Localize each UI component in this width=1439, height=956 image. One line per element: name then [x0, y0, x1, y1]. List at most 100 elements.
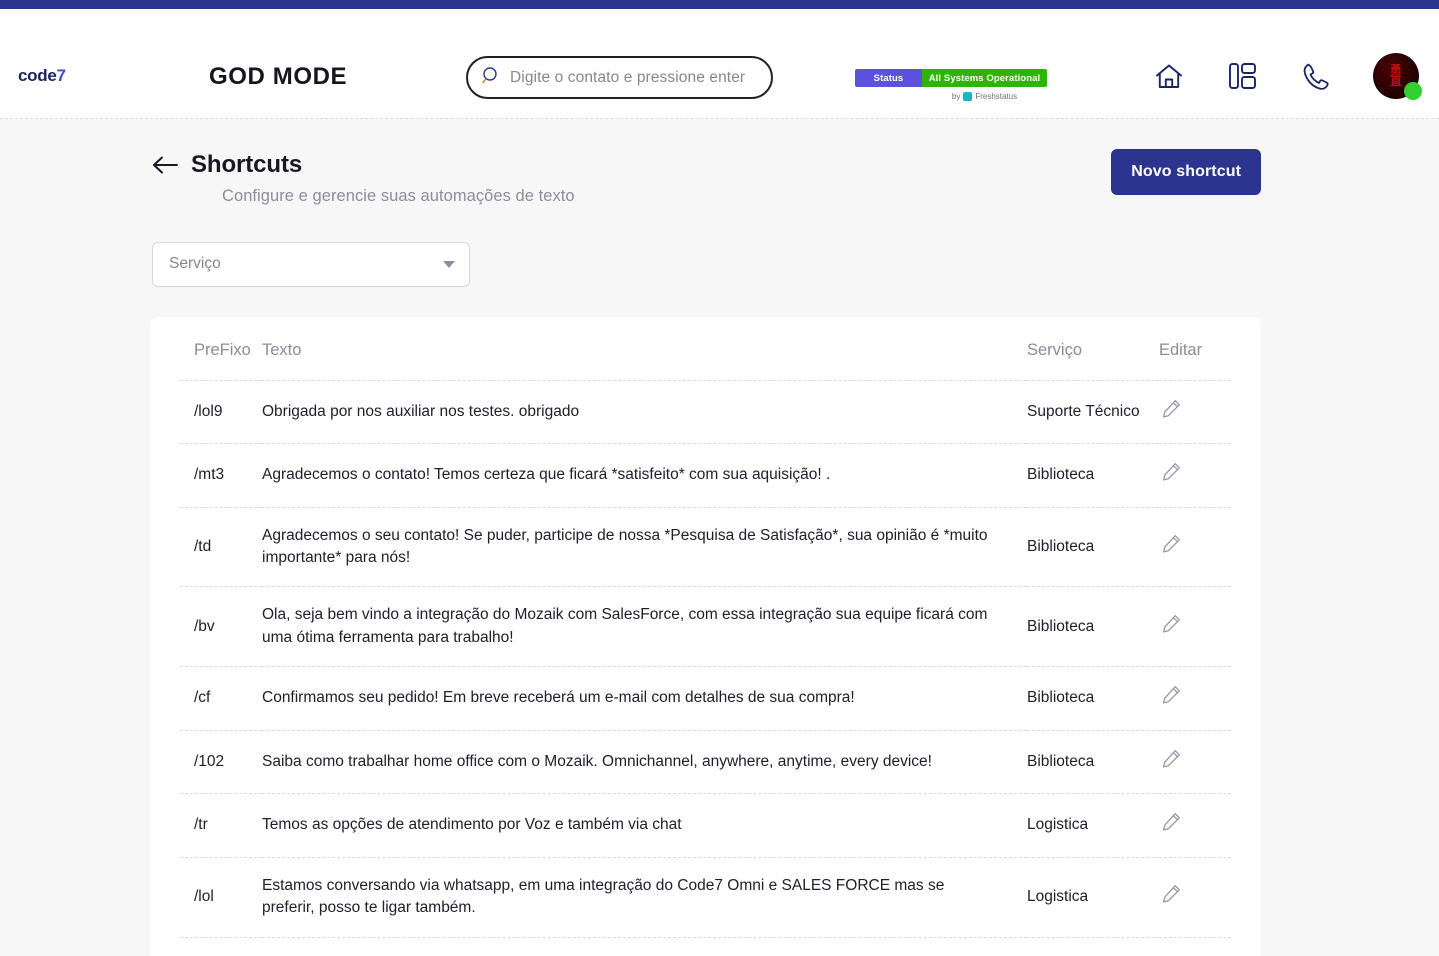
phone-icon[interactable]	[1300, 61, 1331, 92]
cell-prefix: /102	[180, 730, 262, 795]
pencil-icon	[1161, 684, 1182, 708]
column-header-prefix: PreFixo	[180, 316, 262, 381]
cell-prefix: /lol	[180, 857, 262, 938]
status-label: Status	[855, 69, 922, 87]
brand-logo-accent: 7	[56, 66, 66, 85]
header-icon-group: 勇 直	[1153, 53, 1422, 100]
page-title: Shortcuts	[191, 151, 303, 178]
edit-row-button[interactable]	[1161, 398, 1182, 422]
cell-text: Estamos conversando via whatsapp, em uma…	[262, 857, 1027, 938]
new-shortcut-button[interactable]: Novo shortcut	[1111, 149, 1261, 195]
app-header: code7 GOD MODE Digite o contato e pressi…	[0, 9, 1439, 119]
cell-prefix: /tr	[180, 793, 262, 858]
filter-row: Serviço	[0, 206, 1439, 287]
page-header: Shortcuts Configure e gerencie suas auto…	[0, 119, 1439, 206]
status-widget[interactable]: Status All Systems Operational by Freshs…	[855, 69, 1047, 104]
avatar-glyph-bottom: 直	[1389, 74, 1402, 88]
cell-service: Biblioteca	[1027, 507, 1159, 588]
table-row[interactable]: /lol9 Obrigada por nos auxiliar nos test…	[180, 380, 1231, 445]
column-header-text: Texto	[262, 316, 1027, 381]
cell-service: Biblioteca	[1027, 586, 1159, 668]
cell-prefix: /lol9	[180, 380, 262, 445]
back-arrow-icon[interactable]	[152, 155, 179, 180]
pencil-icon	[1161, 748, 1182, 772]
cell-edit	[1159, 730, 1231, 795]
cell-text: Temos as opções de atendimento por Voz e…	[262, 793, 1027, 858]
cell-service: Biblioteca	[1027, 730, 1159, 795]
cell-text: Saiba como trabalhar home office com o M…	[262, 730, 1027, 795]
column-header-service: Serviço	[1027, 316, 1159, 381]
avatar[interactable]: 勇 直	[1373, 53, 1422, 100]
cell-edit	[1159, 666, 1231, 731]
brand-logo[interactable]: code7	[18, 66, 66, 86]
edit-row-button[interactable]	[1161, 883, 1182, 907]
status-by-prefix: by	[951, 91, 961, 101]
freshstatus-logo-icon	[963, 91, 973, 101]
shortcuts-table: PreFixo Texto Serviço Editar /lol9 Obrig…	[180, 316, 1231, 956]
table-row[interactable]: /bv Ola, seja bem vindo a integração do …	[180, 586, 1231, 668]
cell-text: Agradecemos o contato! Temos certeza que…	[262, 443, 1027, 508]
table-body: /lol9 Obrigada por nos auxiliar nos test…	[180, 380, 1231, 956]
home-icon[interactable]	[1153, 61, 1185, 92]
column-header-edit: Editar	[1159, 316, 1231, 381]
table-header-row: PreFixo Texto Serviço Editar	[180, 316, 1231, 381]
status-bar[interactable]: Status All Systems Operational	[855, 69, 1047, 87]
cell-service: Logistica	[1027, 937, 1159, 956]
table-row[interactable]: /lol Estamos conversando via whatsapp, e…	[180, 857, 1231, 938]
edit-row-button[interactable]	[1161, 811, 1182, 835]
dashboard-layout-icon[interactable]	[1227, 60, 1258, 92]
search-icon	[482, 66, 501, 90]
cell-edit	[1159, 857, 1231, 938]
presence-status-dot	[1404, 82, 1422, 100]
brand-logo-text: code7	[18, 66, 66, 85]
edit-row-button[interactable]	[1161, 461, 1182, 485]
page-subtitle: Configure e gerencie suas automações de …	[222, 186, 575, 205]
cell-service: Suporte Técnico	[1027, 380, 1159, 445]
service-filter-select[interactable]: Serviço	[152, 241, 470, 287]
status-state: All Systems Operational	[922, 69, 1047, 87]
cell-prefix: /cf	[180, 666, 262, 731]
pencil-icon	[1161, 811, 1182, 835]
service-filter-label: Serviço	[169, 255, 221, 273]
edit-row-button[interactable]	[1161, 748, 1182, 772]
app-title: GOD MODE	[209, 63, 348, 90]
cell-prefix: /bv	[180, 586, 262, 668]
pencil-icon	[1161, 613, 1182, 637]
top-accent-bar	[0, 0, 1439, 9]
cell-service: Biblioteca	[1027, 666, 1159, 731]
search-placeholder: Digite o contato e pressione enter	[510, 68, 746, 86]
cell-edit	[1159, 586, 1231, 668]
table-row[interactable]: /tr Temos as opções de atendimento por V…	[180, 793, 1231, 858]
table-head: PreFixo Texto Serviço Editar	[180, 316, 1231, 381]
status-provider-credit: by Freshstatus	[922, 88, 1047, 104]
table-row[interactable]: /td Agradecemos o seu contato! Se puder,…	[180, 507, 1231, 588]
edit-row-button[interactable]	[1161, 533, 1182, 557]
cell-service: Biblioteca	[1027, 443, 1159, 508]
edit-row-button[interactable]	[1161, 684, 1182, 708]
cell-text: Ola, seja bem vindo a integração do Moza…	[262, 586, 1027, 668]
pencil-icon	[1161, 533, 1182, 557]
cell-text: Agradecemos o seu contato! Se puder, par…	[262, 507, 1027, 588]
page-body: Shortcuts Configure e gerencie suas auto…	[0, 119, 1439, 956]
table-row[interactable]: /lol1 Obrigada por nos ajudar nos testes…	[180, 937, 1231, 956]
cell-edit	[1159, 793, 1231, 858]
table-row[interactable]: /102 Saiba como trabalhar home office co…	[180, 730, 1231, 795]
search-input[interactable]: Digite o contato e pressione enter	[466, 56, 773, 99]
table-row[interactable]: /cf Confirmamos seu pedido! Em breve rec…	[180, 666, 1231, 731]
chevron-down-icon	[443, 260, 455, 268]
cell-prefix: /lol1	[180, 937, 262, 956]
table-row[interactable]: /mt3 Agradecemos o contato! Temos certez…	[180, 443, 1231, 508]
pencil-icon	[1161, 461, 1182, 485]
cell-edit	[1159, 937, 1231, 956]
cell-edit	[1159, 443, 1231, 508]
pencil-icon	[1161, 398, 1182, 422]
cell-prefix: /td	[180, 507, 262, 588]
edit-row-button[interactable]	[1161, 613, 1182, 637]
cell-edit	[1159, 507, 1231, 588]
cell-text: Obrigada por nos auxiliar nos testes. ob…	[262, 380, 1027, 445]
cell-text: Confirmamos seu pedido! Em breve receber…	[262, 666, 1027, 731]
cell-prefix: /mt3	[180, 443, 262, 508]
shortcuts-card: PreFixo Texto Serviço Editar /lol9 Obrig…	[150, 316, 1261, 956]
cell-service: Logistica	[1027, 857, 1159, 938]
cell-edit	[1159, 380, 1231, 445]
